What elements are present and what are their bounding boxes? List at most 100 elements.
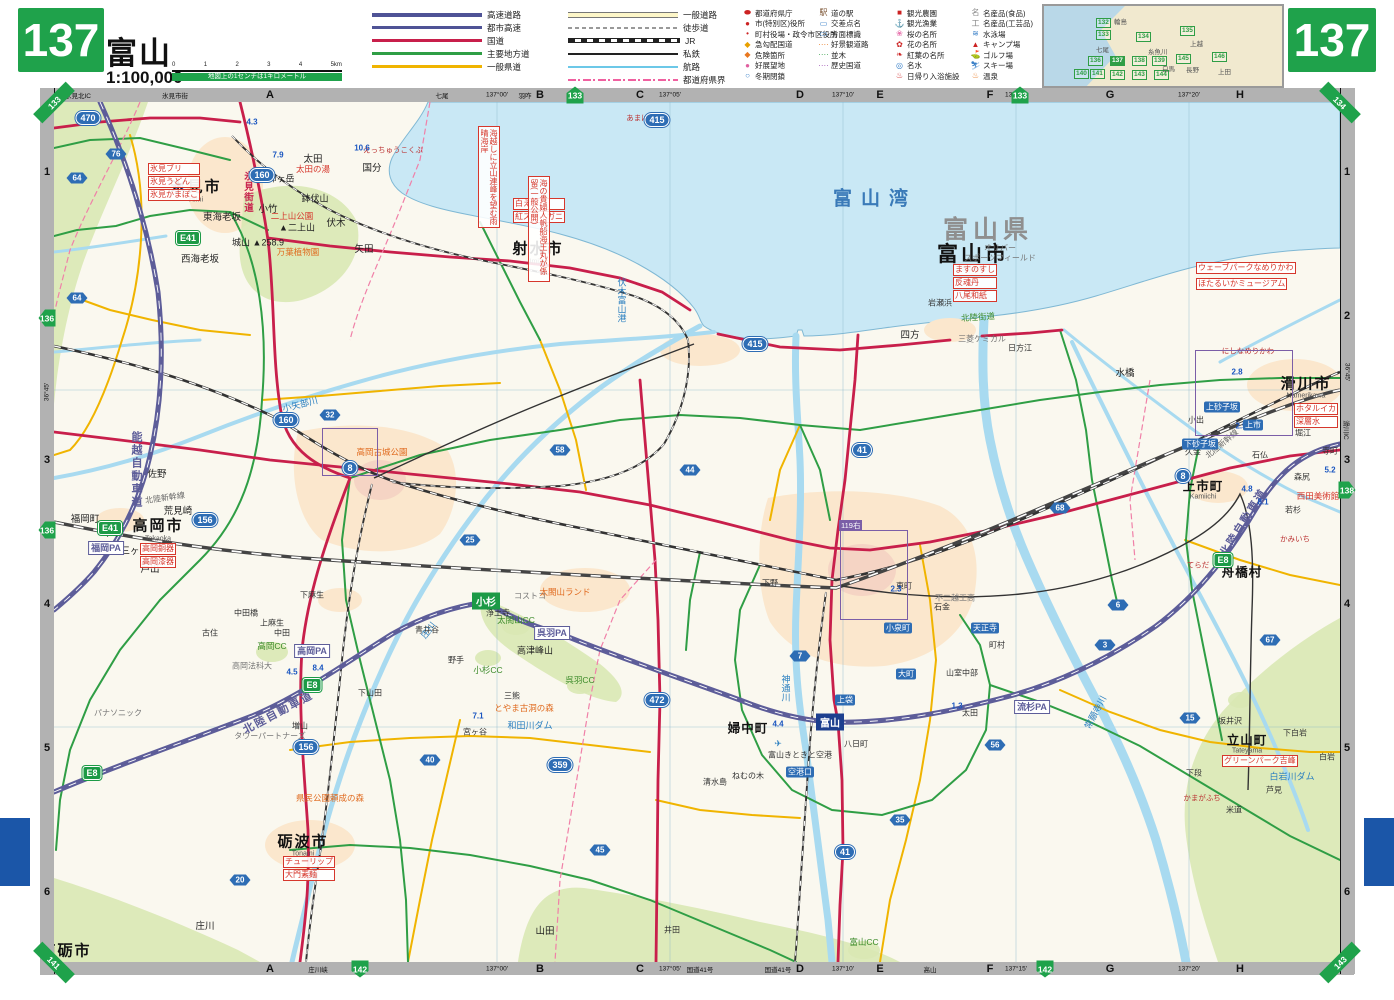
map-label: 4.5 — [286, 668, 297, 677]
specialty-callout: 高岡銅器高岡漆器 — [140, 543, 176, 569]
signpost-label: 大町 — [896, 669, 916, 680]
map-label: 石仏 — [1252, 450, 1268, 461]
page-number-badge-right: 137 — [1288, 8, 1376, 72]
latitude-label: 36°45′ — [44, 383, 51, 401]
edge-destination-note: 七尾 — [436, 90, 449, 100]
legend-row: ····歴史国道 — [818, 61, 869, 72]
legend-label: 一般道路 — [683, 9, 717, 21]
index-map-cell: 136 — [1088, 56, 1103, 66]
route-badge: 359 — [547, 758, 572, 772]
legend-row: 駅道の駅 — [818, 8, 869, 19]
scale-tick: 2 — [235, 62, 238, 68]
map-label: 和田川ダム — [507, 719, 552, 732]
legend-row: ▭交差点名 — [818, 19, 869, 30]
legend-row: ▲キャンプ場 — [970, 40, 1033, 51]
legend-label: 危険箇所 — [755, 50, 785, 61]
page-number-badge-left: 137 — [18, 8, 104, 72]
legend-label: 歴史国道 — [831, 60, 861, 71]
map-label: 南砺市 — [54, 940, 92, 961]
legend-line-sample — [372, 52, 482, 55]
legend-symbol-icon: ≋ — [970, 29, 981, 39]
legend-row: 都道府県界 — [568, 73, 726, 86]
city-map-reference-rect — [322, 428, 378, 476]
legend-symbol-icon: ✿ — [894, 40, 905, 50]
legend-row: 徒歩道 — [568, 21, 726, 34]
index-map-cell: 145 — [1176, 54, 1191, 64]
legend-label: 名産品(工芸品) — [983, 18, 1033, 29]
legend-row: ❀桜の名所 — [894, 29, 960, 40]
grid-letter: E — [876, 89, 883, 101]
specialty-callout: 氷見ブリ氷見うどん氷見かまぼこ — [148, 163, 200, 202]
scale-ticks: 012345km — [172, 62, 342, 68]
scale-tick: 1 — [204, 62, 207, 68]
specialty-item: 氷見うどん — [148, 176, 200, 188]
legend-row: 私鉄 — [568, 47, 726, 60]
map-label: かみいち — [1280, 534, 1310, 545]
map-label: 富山きときと空港 — [768, 750, 832, 761]
page-title: 富山 — [106, 28, 172, 73]
legend-symbol-icon: • — [742, 29, 753, 39]
legend-label: キャンプ場 — [983, 39, 1020, 50]
specialty-item: ほたるいかミュージアム — [1196, 278, 1287, 290]
map-label: 山室中部 — [946, 668, 978, 679]
map-label: 太閤山CC — [497, 614, 535, 626]
parking-area-label: 福岡PA — [88, 541, 124, 555]
legend-symbol-icon: ♨ — [970, 71, 981, 81]
index-map: 1321331341351361371381391451461401411421… — [1042, 4, 1284, 88]
specialty-callout: ウェーブパークなめりかわ — [1196, 262, 1296, 275]
map-label: 庄川 — [195, 918, 214, 932]
edge-destination-note: 氷見市街 — [162, 90, 188, 100]
map-label: 若杉 — [1285, 505, 1301, 516]
city-map-reference-rect: 119右 — [840, 530, 908, 620]
legend-row: 一般県道 — [372, 60, 530, 73]
legend-line-sample — [372, 13, 482, 17]
index-map-place: 七尾 — [1096, 44, 1109, 54]
grid-number: 5 — [1344, 742, 1350, 754]
legend-label: 名産品(食品) — [983, 8, 1026, 19]
map-label: 森尻 — [1294, 472, 1310, 483]
map-label: 4.3 — [246, 118, 257, 127]
map-label: 婦中町 — [728, 718, 769, 737]
specialty-item: 大門素麺 — [283, 869, 335, 881]
grid-letter: C — [636, 89, 644, 101]
legend-row: 国道 — [372, 34, 530, 47]
legend-symbol-icon: ▭ — [818, 19, 829, 29]
map-label: 8.1 — [1257, 498, 1268, 507]
grid-letter: D — [796, 963, 804, 975]
longitude-label: 137°05′ — [659, 966, 681, 973]
scale-tick: 3 — [267, 62, 270, 68]
map-label: 国分 — [362, 160, 381, 174]
map-label: えっちゅうこくぶ — [363, 145, 423, 156]
legend-row: ····好景観道路 — [818, 40, 869, 51]
map-label: 水橋 — [1115, 365, 1134, 379]
sightseeing-callout: 海越しに立山連峰を望む雨晴海岸 — [478, 126, 500, 228]
legend-label: 観光漁業 — [907, 18, 937, 29]
map-label: 町村 — [989, 640, 1005, 651]
route-badge: 8 — [1175, 469, 1190, 483]
grid-letter: F — [987, 89, 994, 101]
legend-label: 方面標識 — [831, 29, 861, 40]
legend-label: 並木 — [831, 50, 846, 61]
legend-symbol-icon: ▲ — [970, 40, 981, 50]
scale-tick: 5km — [331, 62, 342, 68]
legend-row: 航路 — [568, 60, 726, 73]
map-label: 宮ヶ谷 — [463, 727, 487, 738]
edge-destination-note: 高山 — [924, 964, 937, 974]
signpost-label: 下砂子坂 — [1182, 439, 1218, 450]
map-label: 神通川 — [780, 675, 793, 702]
legend-line-sample — [568, 38, 680, 43]
legend-symbol-icon: ● — [742, 19, 753, 29]
map-label: 7.9 — [272, 151, 283, 160]
longitude-label: 137°20′ — [1178, 966, 1200, 973]
map-label: 立山町 — [1227, 730, 1268, 749]
legend-label: 冬期閉鎖 — [755, 71, 785, 82]
legend-row: 一般道路 — [568, 8, 726, 21]
edge-destination-note: 羽咋 — [519, 90, 532, 100]
grid-number: 6 — [44, 886, 50, 898]
legend-row: ····並木 — [818, 50, 869, 61]
legend-label: 都道府県庁 — [755, 8, 793, 19]
parking-area-label: 呉羽PA — [534, 626, 570, 640]
map-label: 高岡市 — [132, 515, 183, 536]
map-label: 中田橋 — [234, 608, 258, 619]
legend-row: 主要地方道 — [372, 47, 530, 60]
